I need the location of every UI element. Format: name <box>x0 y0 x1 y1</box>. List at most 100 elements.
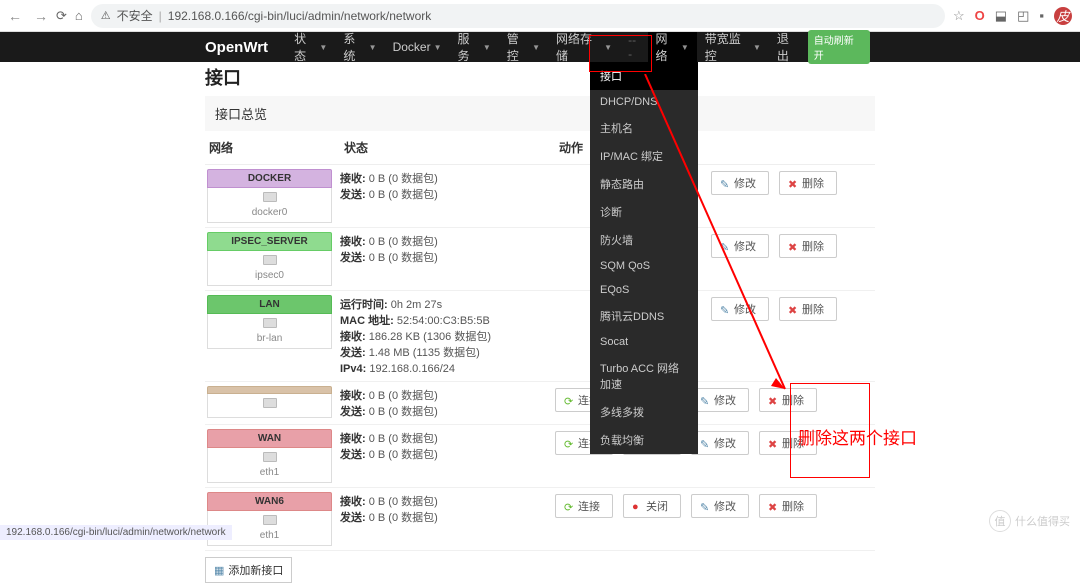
table-header-row: 网络 状态 动作 <box>205 131 875 165</box>
dropdown-item[interactable]: 接口 <box>590 62 698 90</box>
dropdown-item[interactable]: SQM QoS <box>590 254 698 278</box>
brand-logo[interactable]: OpenWrt <box>205 39 268 56</box>
dropdown-item[interactable]: IP/MAC 绑定 <box>590 142 698 170</box>
interface-device: eth1 <box>260 530 279 541</box>
nav-control[interactable]: 管控▼ <box>499 32 548 62</box>
add-interface-button[interactable]: ▦ 添加新接口 <box>205 557 292 583</box>
edit-icon: ✎ <box>720 241 730 251</box>
interface-icon <box>263 452 277 462</box>
col-network: 网络 <box>209 139 344 156</box>
insecure-icon: ⚠ <box>101 9 111 22</box>
forward-icon[interactable]: → <box>34 8 48 24</box>
home-icon[interactable]: ⌂ <box>75 8 83 23</box>
interface-row: IPSEC_SERVER ipsec0 接收: 0 B (0 数据包)发送: 0 B… <box>205 228 875 291</box>
interface-name: WAN <box>207 429 332 448</box>
nav-network[interactable]: 网络▼ <box>648 32 697 62</box>
nav-logout[interactable]: 退出 <box>769 32 808 62</box>
stop-button[interactable]: ●关闭 <box>623 494 681 518</box>
dropdown-item[interactable]: 诊断 <box>590 198 698 226</box>
dropdown-item[interactable]: 防火墙 <box>590 226 698 254</box>
interface-icon <box>263 255 277 265</box>
address-bar[interactable]: ⚠ 不安全 | 192.168.0.166/cgi-bin/luci/admin… <box>91 4 945 28</box>
delete-button[interactable]: ✖删除 <box>779 234 837 258</box>
edit-button[interactable]: ✎修改 <box>691 494 749 518</box>
edit-icon: ✎ <box>700 395 710 405</box>
stop-icon: ● <box>632 501 642 511</box>
interface-row: 接收: 0 B (0 数据包)发送: 0 B (0 数据包)⟳连接●关闭✎修改✖… <box>205 382 875 425</box>
delete-button[interactable]: ✖删除 <box>779 297 837 321</box>
watermark: 值 什么值得买 <box>989 510 1070 532</box>
delete-button[interactable]: ✖删除 <box>759 388 817 412</box>
interface-row: DOCKERdocker0接收: 0 B (0 数据包)发送: 0 B (0 数… <box>205 165 875 228</box>
interface-status: 运行时间: 0h 2m 27sMAC 地址: 52:54:00:C3:B5:5B… <box>340 295 555 377</box>
browser-toolbar: ← → ⟳ ⌂ ⚠ 不安全 | 192.168.0.166/cgi-bin/lu… <box>0 0 1080 32</box>
browser-ext-icon[interactable]: O <box>975 8 985 23</box>
edit-icon: ✎ <box>700 438 710 448</box>
delete-button[interactable]: ✖删除 <box>779 171 837 195</box>
nav-nas[interactable]: 网络存储▼ <box>548 32 620 62</box>
connect-button[interactable]: ⟳连接 <box>555 494 613 518</box>
dropdown-item[interactable]: 腾讯云DDNS <box>590 302 698 330</box>
dropdown-item[interactable]: Socat <box>590 330 698 354</box>
page-title: 接口 <box>205 62 875 92</box>
insecure-label: 不安全 <box>117 7 153 24</box>
interface-row: WAN6eth1接收: 0 B (0 数据包)发送: 0 B (0 数据包)⟳连… <box>205 488 875 551</box>
dropdown-item[interactable]: EQoS <box>590 278 698 302</box>
back-icon[interactable]: ← <box>8 8 22 24</box>
dropdown-item[interactable]: 静态路由 <box>590 170 698 198</box>
connect-icon: ⟳ <box>564 438 574 448</box>
interface-row: WANeth1接收: 0 B (0 数据包)发送: 0 B (0 数据包)⟳连接… <box>205 425 875 488</box>
edit-button[interactable]: ✎修改 <box>691 388 749 412</box>
download-icon[interactable]: ⬓ <box>995 8 1007 24</box>
delete-icon: ✖ <box>768 395 778 405</box>
delete-icon: ✖ <box>768 501 778 511</box>
dropdown-item[interactable]: 负载均衡 <box>590 426 698 454</box>
interface-name: LAN <box>207 295 332 314</box>
block-icon[interactable]: ▪ <box>1039 8 1044 23</box>
main-navbar: OpenWrt 状态▼ 系统▼ Docker▼ 服务▼ 管控▼ 网络存储▼ --… <box>0 32 1080 62</box>
nav-docker[interactable]: Docker▼ <box>385 32 450 62</box>
interface-status: 接收: 0 B (0 数据包)发送: 0 B (0 数据包) <box>340 386 555 420</box>
nav-sep: --- <box>620 32 647 62</box>
interface-name: DOCKER <box>207 169 332 188</box>
dropdown-item[interactable]: 主机名 <box>590 114 698 142</box>
interface-actions: ⟳连接 ●关闭 ✎修改 ✖删除 <box>555 492 817 518</box>
profile-avatar[interactable]: 皮 <box>1054 7 1072 25</box>
edit-icon: ✎ <box>720 178 730 188</box>
bookmark-icon[interactable]: ☆ <box>953 8 965 24</box>
add-icon: ▦ <box>214 564 224 577</box>
interface-name: IPSEC_SERVER <box>207 232 332 251</box>
interface-status: 接收: 0 B (0 数据包)发送: 0 B (0 数据包) <box>340 492 555 526</box>
interface-device: ipsec0 <box>255 270 284 281</box>
dropdown-item[interactable]: 多线多拨 <box>590 398 698 426</box>
interface-device: br-lan <box>257 333 283 344</box>
connect-icon: ⟳ <box>564 501 574 511</box>
ext-icon[interactable]: ◰ <box>1017 8 1029 24</box>
nav-bandwidth[interactable]: 带宽监控▼ <box>697 32 769 62</box>
edit-button[interactable]: ✎修改 <box>711 234 769 258</box>
dropdown-item[interactable]: DHCP/DNS <box>590 90 698 114</box>
nav-system[interactable]: 系统▼ <box>335 32 384 62</box>
interface-device: docker0 <box>252 207 288 218</box>
delete-icon: ✖ <box>788 241 798 251</box>
url-text: 192.168.0.166/cgi-bin/luci/admin/network… <box>168 9 431 23</box>
refresh-icon[interactable]: ⟳ <box>56 8 67 24</box>
delete-icon: ✖ <box>788 178 798 188</box>
edit-button[interactable]: ✎修改 <box>711 297 769 321</box>
watermark-icon: 值 <box>989 510 1011 532</box>
auto-refresh-badge[interactable]: 自动刷新 开 <box>808 30 870 64</box>
interface-device: eth1 <box>260 467 279 478</box>
network-dropdown: 接口DHCP/DNS主机名IP/MAC 绑定静态路由诊断防火墙SQM QoSEQ… <box>590 62 698 454</box>
interface-status: 接收: 0 B (0 数据包)发送: 0 B (0 数据包) <box>340 429 555 463</box>
interface-icon <box>263 318 277 328</box>
nav-status[interactable]: 状态▼ <box>286 32 335 62</box>
edit-button[interactable]: ✎修改 <box>691 431 749 455</box>
dropdown-item[interactable]: Turbo ACC 网络加速 <box>590 354 698 398</box>
edit-button[interactable]: ✎修改 <box>711 171 769 195</box>
section-title: 接口总览 <box>205 96 875 131</box>
interface-icon <box>263 398 277 408</box>
status-bar-url: 192.168.0.166/cgi-bin/luci/admin/network… <box>0 525 232 540</box>
delete-button[interactable]: ✖删除 <box>759 494 817 518</box>
interface-status: 接收: 0 B (0 数据包)发送: 0 B (0 数据包) <box>340 232 555 266</box>
nav-services[interactable]: 服务▼ <box>450 32 499 62</box>
